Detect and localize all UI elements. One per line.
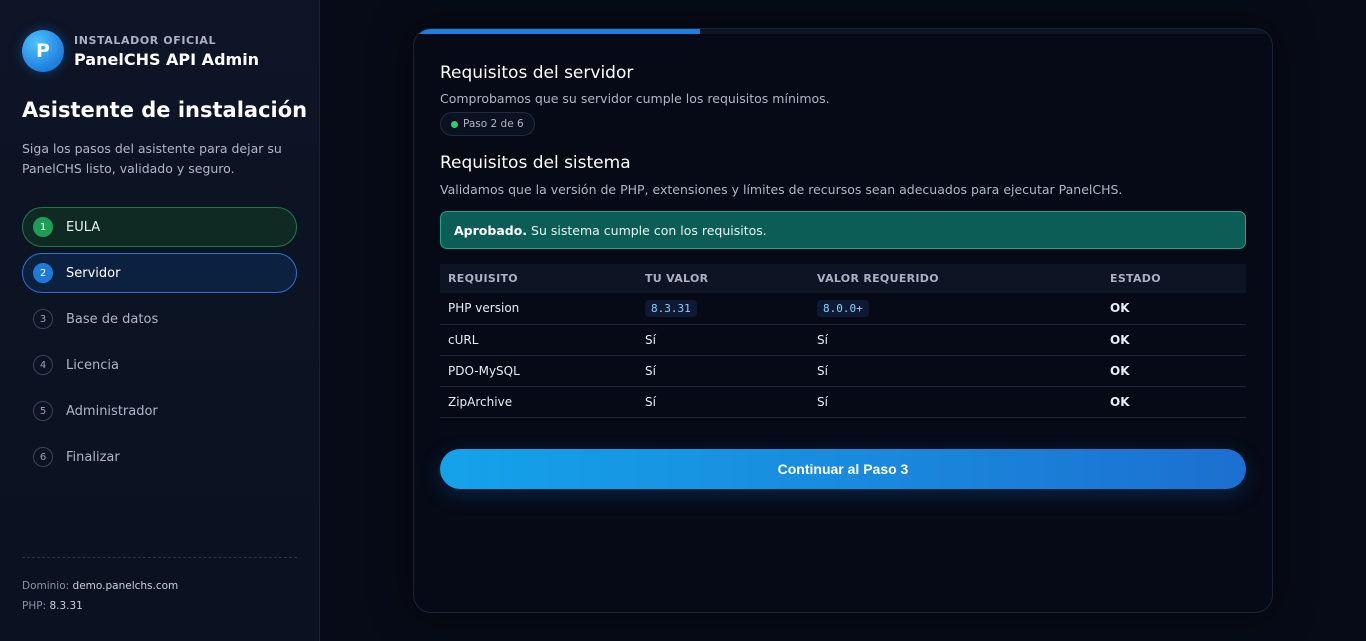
sidebar-divider — [22, 557, 297, 558]
required-value: Sí — [809, 386, 1102, 418]
required-value: Sí — [809, 355, 1102, 387]
wizard-description: Siga los pasos del asistente para dejar … — [22, 141, 282, 176]
system-requirements-title: Requisitos del sistema — [440, 153, 631, 173]
alert-text: Su sistema cumple con los requisitos. — [531, 222, 767, 238]
required-value-cell: 8.0.0+ — [809, 293, 1102, 325]
brand-text: INSTALADOR OFICIAL PanelCHS API Admin — [74, 34, 259, 69]
approval-alert: Aprobado. Su sistema cumple con los requ… — [440, 211, 1246, 249]
progress-fill — [414, 29, 700, 34]
step-number: 5 — [33, 401, 53, 421]
alert-bold: Aprobado. — [454, 222, 528, 238]
progress-bar — [414, 29, 1272, 34]
domain-label: Dominio: — [22, 580, 70, 592]
your-value: Sí — [637, 324, 809, 356]
php-value: 8.3.31 — [49, 600, 83, 612]
domain-value: demo.panelchs.com — [72, 580, 179, 592]
step-servidor[interactable]: 2 Servidor — [22, 253, 297, 293]
table-row: PHP version 8.3.31 8.0.0+ OK — [440, 293, 1246, 325]
step-label: Licencia — [66, 357, 119, 373]
brand-name: PanelCHS API Admin — [74, 49, 260, 69]
step-label: Finalizar — [66, 449, 120, 465]
your-value: 8.3.31 — [645, 300, 697, 318]
table-row: PDO-MySQL Sí Sí OK — [440, 355, 1246, 387]
column-header: VALOR REQUERIDO — [809, 264, 1102, 293]
brand-logo: P — [22, 30, 64, 72]
status-cell: OK — [1102, 293, 1246, 325]
requirements-table: REQUISITO TU VALOR VALOR REQUERIDO ESTAD… — [440, 264, 1246, 418]
your-value: Sí — [637, 355, 809, 387]
step-licencia[interactable]: 4 Licencia — [22, 345, 297, 385]
status-dot-icon — [451, 121, 458, 128]
domain-info: Dominio: demo.panelchs.com — [22, 576, 178, 596]
table-row: cURL Sí Sí OK — [440, 324, 1246, 356]
server-requirements-title: Requisitos del servidor — [440, 63, 634, 83]
server-requirements-description: Comprobamos que su servidor cumple los r… — [440, 91, 830, 106]
step-label: Administrador — [66, 403, 158, 419]
column-header: REQUISITO — [440, 264, 637, 293]
server-meta: Dominio: demo.panelchs.com PHP: 8.3.31 — [22, 576, 178, 616]
table-row: ZipArchive Sí Sí OK — [440, 386, 1246, 418]
step-administrador[interactable]: 5 Administrador — [22, 391, 297, 431]
wizard-title: Asistente de instalación — [22, 98, 308, 122]
column-header: TU VALOR — [637, 264, 809, 293]
requirement-name: PHP version — [440, 293, 637, 325]
requirement-name: cURL — [440, 324, 637, 356]
step-base-de-datos[interactable]: 3 Base de datos — [22, 299, 297, 339]
table-header-row: REQUISITO TU VALOR VALOR REQUERIDO ESTAD… — [440, 264, 1246, 293]
your-value-cell: 8.3.31 — [637, 293, 809, 325]
column-header: ESTADO — [1102, 264, 1246, 293]
step-label: Base de datos — [66, 311, 159, 327]
step-badge-label: Paso 2 de 6 — [463, 118, 524, 130]
step-list: 1 EULA 2 Servidor 3 Base de datos 4 Lice… — [22, 207, 297, 483]
continue-button[interactable]: Continuar al Paso 3 — [440, 449, 1246, 489]
installer-card: Requisitos del servidor Comprobamos que … — [413, 28, 1273, 613]
required-value: Sí — [809, 324, 1102, 356]
requirement-name: ZipArchive — [440, 386, 637, 418]
step-number: 2 — [33, 263, 53, 283]
status-cell: OK — [1102, 355, 1246, 387]
php-info: PHP: 8.3.31 — [22, 596, 178, 616]
step-number: 1 — [33, 217, 53, 237]
step-label: Servidor — [66, 265, 121, 281]
php-label: PHP: — [22, 600, 47, 612]
step-number: 4 — [33, 355, 53, 375]
step-badge: Paso 2 de 6 — [440, 112, 535, 136]
step-label: EULA — [66, 219, 101, 235]
step-number: 3 — [33, 309, 53, 329]
step-number: 6 — [33, 447, 53, 467]
sidebar: P INSTALADOR OFICIAL PanelCHS API Admin … — [0, 0, 320, 641]
step-eula[interactable]: 1 EULA — [22, 207, 297, 247]
brand: P INSTALADOR OFICIAL PanelCHS API Admin — [22, 30, 259, 72]
your-value: Sí — [637, 386, 809, 418]
brand-kicker: INSTALADOR OFICIAL — [74, 33, 217, 47]
step-finalizar[interactable]: 6 Finalizar — [22, 437, 297, 477]
requirement-name: PDO-MySQL — [440, 355, 637, 387]
required-value: 8.0.0+ — [817, 300, 869, 318]
status-cell: OK — [1102, 324, 1246, 356]
status-cell: OK — [1102, 386, 1246, 418]
system-requirements-description: Validamos que la versión de PHP, extensi… — [440, 182, 1123, 197]
